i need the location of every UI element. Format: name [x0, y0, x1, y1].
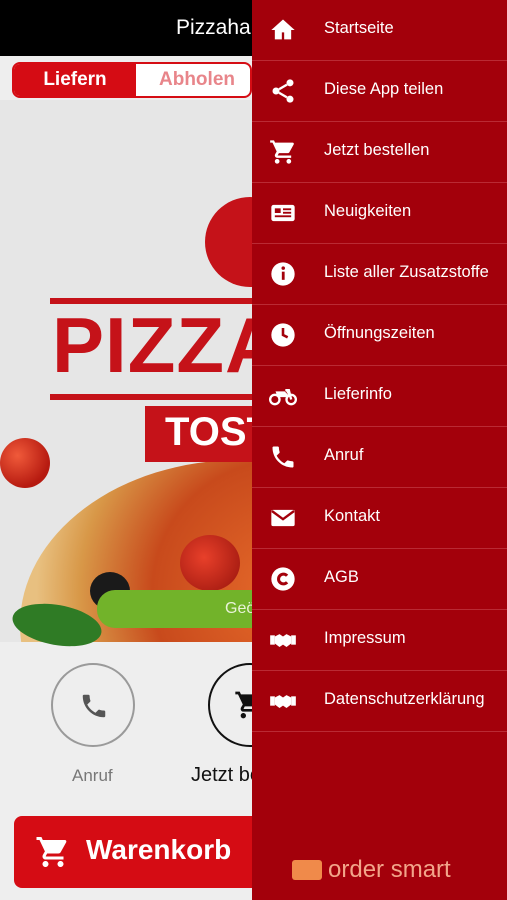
phone-icon	[268, 443, 298, 471]
home-icon	[268, 16, 298, 44]
nav-drawer: Startseite Diese App teilen Jetzt bestel…	[252, 0, 507, 900]
drawer-item-privacy[interactable]: Datenschutzerklärung	[252, 671, 507, 732]
drawer-item-additives[interactable]: Liste aller Zusatzstoffe	[252, 244, 507, 305]
cart-label: Warenkorb	[86, 834, 232, 865]
drawer-item-order[interactable]: Jetzt bestellen	[252, 122, 507, 183]
handshake-icon	[268, 687, 298, 715]
brand-name: order smart	[328, 856, 451, 883]
drawer-item-startseite[interactable]: Startseite	[252, 0, 507, 61]
envelope-icon	[268, 504, 298, 532]
cart-icon	[268, 138, 298, 166]
tomato-image	[0, 438, 50, 488]
drawer-item-label: Lieferinfo	[324, 385, 392, 403]
clock-icon	[268, 321, 298, 349]
share-icon	[268, 77, 298, 105]
brand-footer: order smart	[292, 856, 451, 884]
info-icon	[268, 260, 298, 288]
drawer-item-imprint[interactable]: Impressum	[252, 610, 507, 671]
tomato-slice-image	[180, 535, 240, 591]
deliver-tab[interactable]: Liefern	[14, 64, 136, 96]
drawer-item-label: Startseite	[324, 19, 394, 37]
order-smart-logo-icon	[292, 860, 322, 880]
news-icon	[268, 199, 298, 227]
copyright-icon	[268, 565, 298, 593]
call-button[interactable]	[51, 663, 135, 747]
drawer-item-agb[interactable]: AGB	[252, 549, 507, 610]
pickup-tab[interactable]: Abholen	[136, 64, 250, 96]
drawer-item-share[interactable]: Diese App teilen	[252, 61, 507, 122]
drawer-item-label: Öffnungszeiten	[324, 324, 435, 342]
cart-button[interactable]: Warenkorb	[14, 816, 274, 888]
order-mode-toggle[interactable]: Liefern Abholen	[12, 62, 252, 98]
drawer-item-contact[interactable]: Kontakt	[252, 488, 507, 549]
drawer-item-label: Liste aller Zusatzstoffe	[324, 263, 489, 281]
drawer-item-label: Diese App teilen	[324, 80, 444, 98]
drawer-item-label: Datenschutzerklärung	[324, 690, 485, 708]
drawer-item-label: Neuigkeiten	[324, 202, 412, 220]
call-label: Anruf	[72, 766, 113, 785]
open-status-badge: Geöffnet	[97, 590, 286, 628]
phone-icon	[82, 694, 106, 718]
drawer-item-news[interactable]: Neuigkeiten	[252, 183, 507, 244]
drawer-item-label: Impressum	[324, 629, 406, 647]
drawer-item-label: AGB	[324, 568, 359, 586]
drawer-item-label: Kontakt	[324, 507, 380, 525]
drawer-item-hours[interactable]: Öffnungszeiten	[252, 305, 507, 366]
drawer-item-label: Jetzt bestellen	[324, 141, 430, 159]
drawer-item-label: Anruf	[324, 446, 364, 464]
handshake-icon	[268, 626, 298, 654]
motorbike-icon	[268, 382, 298, 410]
cart-icon	[36, 837, 67, 867]
drawer-item-delivery[interactable]: Lieferinfo	[252, 366, 507, 427]
drawer-item-call[interactable]: Anruf	[252, 427, 507, 488]
